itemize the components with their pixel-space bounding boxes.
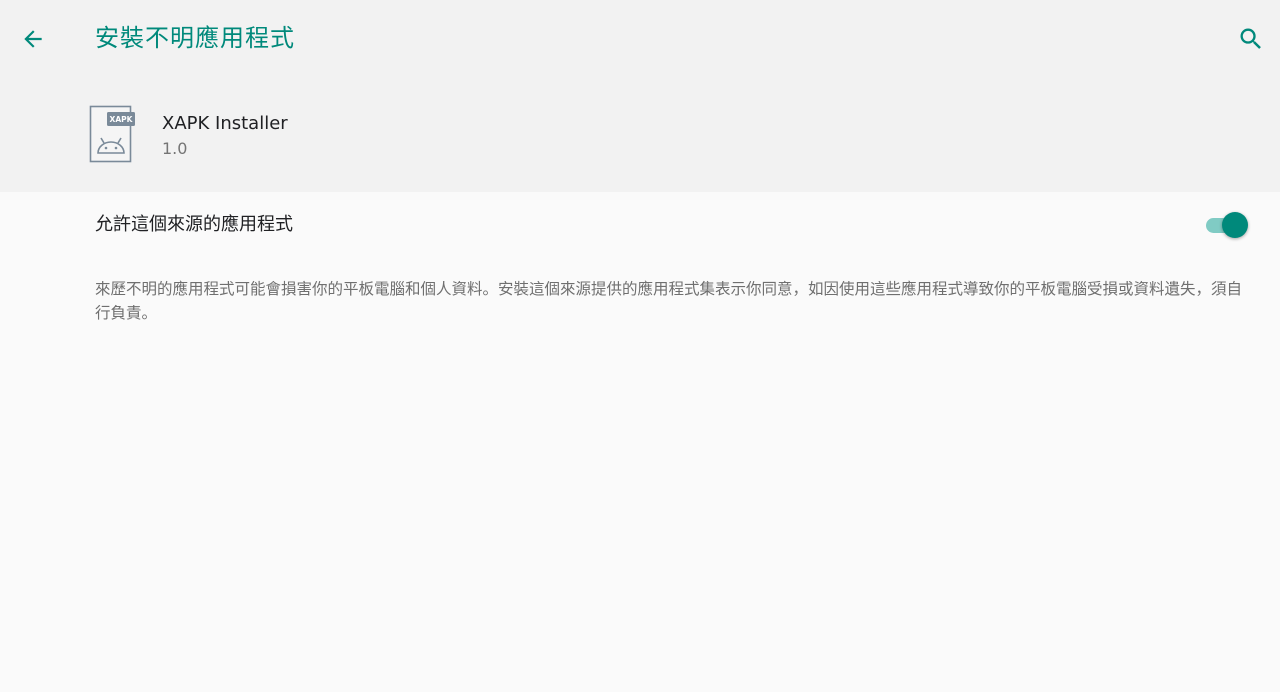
app-name: XAPK Installer	[162, 113, 288, 134]
app-info-header: XAPK XAPK Installer 1.0	[0, 80, 1280, 192]
arrow-back-icon	[24, 30, 42, 48]
allow-from-source-switch[interactable]	[1204, 211, 1250, 239]
search-button[interactable]	[1228, 16, 1274, 62]
top-app-bar: 安裝不明應用程式	[0, 0, 1280, 80]
switch-thumb	[1222, 212, 1248, 238]
warning-description: 來歷不明的應用程式可能會損害你的平板電腦和個人資料。安裝這個來源提供的應用程式集…	[95, 280, 1243, 322]
back-button[interactable]	[12, 18, 54, 60]
allow-from-source-label: 允許這個來源的應用程式	[95, 214, 293, 235]
allow-from-source-row[interactable]: 允許這個來源的應用程式	[0, 192, 1280, 258]
xapk-file-icon: XAPK	[89, 105, 135, 163]
page-title: 安裝不明應用程式	[95, 24, 295, 52]
app-version: 1.0	[162, 139, 188, 158]
xapk-badge-label: XAPK	[110, 115, 134, 124]
search-icon	[1240, 28, 1261, 49]
